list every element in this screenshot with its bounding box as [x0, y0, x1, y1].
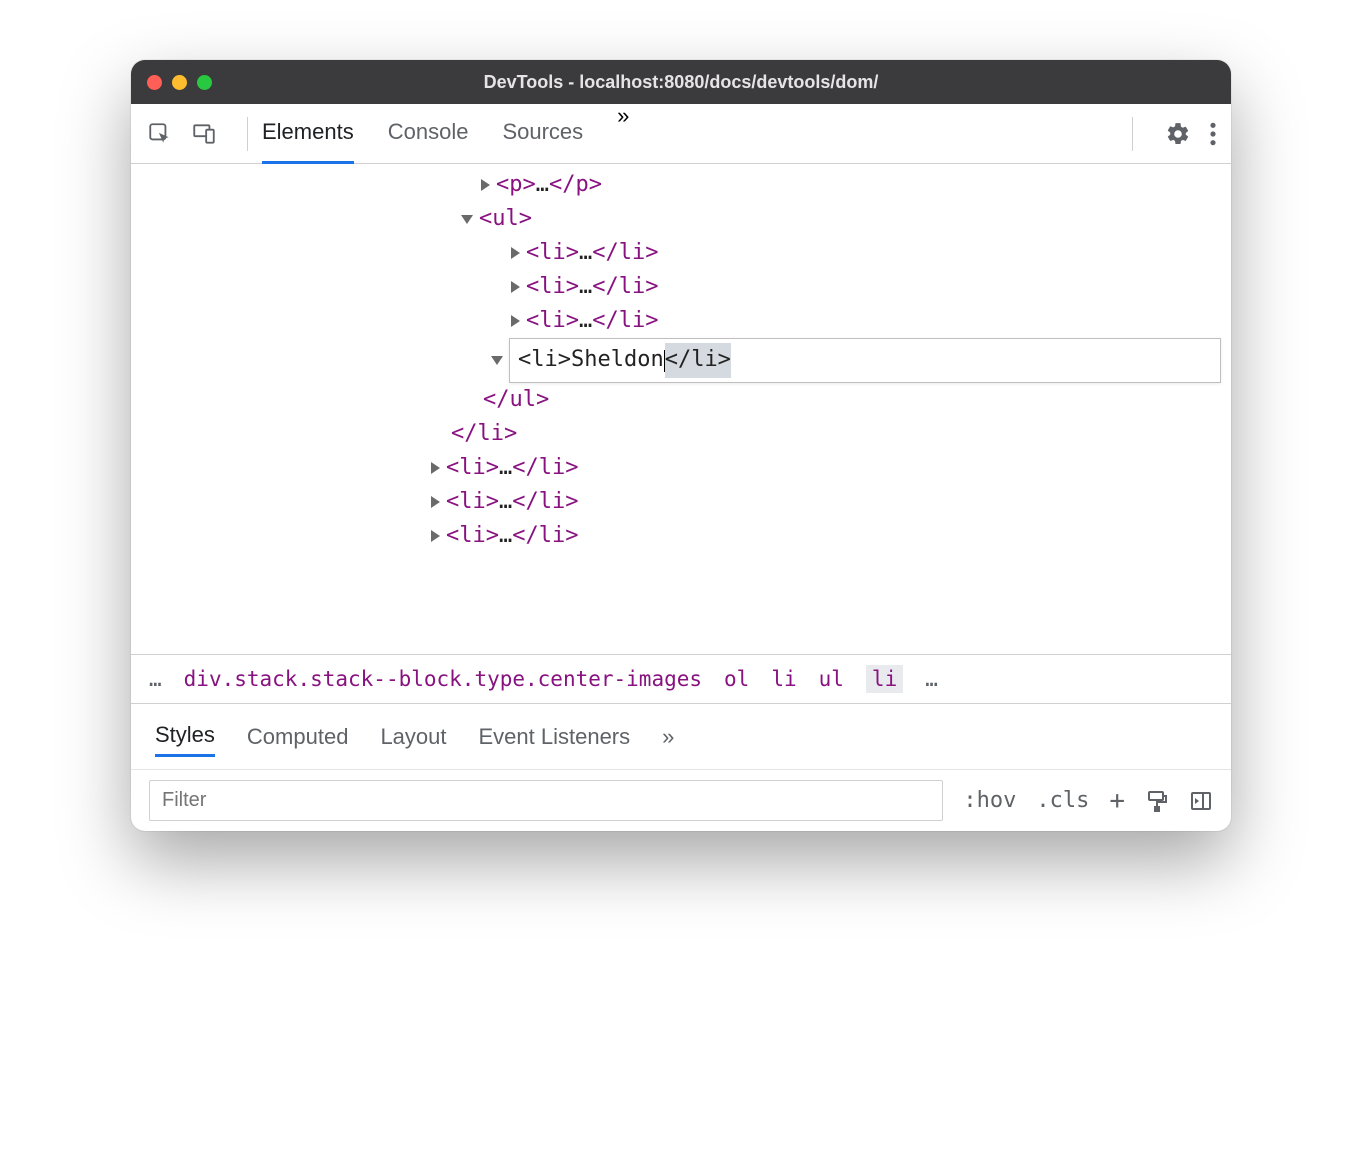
toolbar-divider [1132, 117, 1133, 151]
devtools-window: DevTools - localhost:8080/docs/devtools/… [131, 60, 1231, 831]
dom-node-li[interactable]: <li>…</li> [141, 451, 1221, 485]
ellipsis: … [499, 485, 512, 519]
cls-toggle[interactable]: .cls [1036, 788, 1089, 813]
expand-arrow-icon[interactable] [511, 281, 520, 293]
dom-tree[interactable]: <p>…</p> <ul> <li>…</li> <li>…</li> <li>… [131, 164, 1231, 654]
tag-close: </li> [592, 304, 658, 338]
devtools-toolbar: Elements Console Sources » [131, 104, 1231, 164]
ellipsis: … [579, 270, 592, 304]
maximize-window-button[interactable] [197, 75, 212, 90]
tag-open: <p> [496, 168, 536, 202]
ellipsis: … [579, 304, 592, 338]
tag-open: <li> [526, 236, 579, 270]
edit-text: <li>Sheldon [518, 343, 664, 377]
tab-event-listeners[interactable]: Event Listeners [479, 718, 631, 756]
toolbar-right [1118, 117, 1217, 151]
device-toolbar-icon[interactable] [189, 119, 219, 149]
styles-tabs: Styles Computed Layout Event Listeners » [131, 704, 1231, 770]
window-title: DevTools - localhost:8080/docs/devtools/… [131, 72, 1231, 93]
more-tabs-icon[interactable]: » [617, 103, 629, 164]
kebab-menu-icon[interactable] [1209, 121, 1217, 147]
expand-arrow-icon[interactable] [431, 530, 440, 542]
breadcrumb-ul[interactable]: ul [819, 667, 844, 691]
edit-closing-tag: </li> [665, 343, 731, 377]
toggle-sidebar-icon[interactable] [1189, 789, 1213, 813]
ellipsis: … [499, 451, 512, 485]
dom-node-li[interactable]: <li>…</li> [141, 485, 1221, 519]
breadcrumb-li-selected[interactable]: li [866, 665, 903, 693]
expand-arrow-icon[interactable] [511, 247, 520, 259]
toolbar-divider [247, 117, 248, 151]
tab-computed[interactable]: Computed [247, 718, 349, 756]
html-edit-input[interactable]: <li>Sheldon</li> [509, 338, 1221, 382]
main-tabs: Elements Console Sources » [262, 103, 1118, 164]
tag-open: <li> [446, 519, 499, 553]
collapse-arrow-icon[interactable] [491, 356, 503, 365]
breadcrumb-overflow-right[interactable]: … [925, 667, 938, 691]
dom-node-li[interactable]: <li>…</li> [141, 519, 1221, 553]
tab-elements[interactable]: Elements [262, 103, 354, 164]
tag-close: </ul> [483, 383, 549, 417]
dom-node-li-close[interactable]: </li> [141, 417, 1221, 451]
expand-arrow-icon[interactable] [431, 496, 440, 508]
ellipsis: … [536, 168, 549, 202]
tag-close: </li> [512, 451, 578, 485]
breadcrumb-ol[interactable]: ol [724, 667, 749, 691]
close-window-button[interactable] [147, 75, 162, 90]
inspect-element-icon[interactable] [145, 119, 175, 149]
tag-open: <li> [526, 270, 579, 304]
ellipsis: … [499, 519, 512, 553]
tag-close: </li> [451, 417, 517, 451]
paint-icon[interactable] [1145, 789, 1169, 813]
expand-arrow-icon[interactable] [431, 462, 440, 474]
tag-close: </li> [592, 236, 658, 270]
expand-arrow-icon[interactable] [481, 179, 490, 191]
dom-node-ul-close[interactable]: </ul> [141, 383, 1221, 417]
styles-filter-row: :hov .cls + [131, 770, 1231, 831]
tab-sources[interactable]: Sources [502, 103, 583, 164]
tag-open: <li> [446, 451, 499, 485]
tab-layout[interactable]: Layout [380, 718, 446, 756]
dom-node-p[interactable]: <p>…</p> [141, 168, 1221, 202]
dom-node-li[interactable]: <li>…</li> [141, 236, 1221, 270]
new-style-rule-button[interactable]: + [1109, 786, 1125, 816]
tab-styles[interactable]: Styles [155, 716, 215, 757]
ellipsis: … [579, 236, 592, 270]
settings-icon[interactable] [1165, 121, 1191, 147]
breadcrumb-li[interactable]: li [771, 667, 796, 691]
dom-node-li-editing[interactable]: <li>Sheldon</li> [141, 338, 1221, 382]
tag-open: <ul> [479, 202, 532, 236]
minimize-window-button[interactable] [172, 75, 187, 90]
dom-node-li[interactable]: <li>…</li> [141, 304, 1221, 338]
expand-arrow-icon[interactable] [511, 315, 520, 327]
tab-console[interactable]: Console [388, 103, 469, 164]
tag-close: </li> [512, 485, 578, 519]
dom-node-li[interactable]: <li>…</li> [141, 270, 1221, 304]
styles-filter-input[interactable] [149, 780, 943, 821]
tag-close: </li> [592, 270, 658, 304]
window-traffic-lights [147, 75, 212, 90]
tag-open: <li> [446, 485, 499, 519]
collapse-arrow-icon[interactable] [461, 215, 473, 224]
tag-close: </li> [512, 519, 578, 553]
titlebar: DevTools - localhost:8080/docs/devtools/… [131, 60, 1231, 104]
breadcrumb: … div.stack.stack--block.type.center-ima… [131, 654, 1231, 704]
dom-node-ul[interactable]: <ul> [141, 202, 1221, 236]
breadcrumb-div[interactable]: div.stack.stack--block.type.center-image… [184, 667, 702, 691]
hov-toggle[interactable]: :hov [963, 788, 1016, 813]
tag-open: <li> [526, 304, 579, 338]
tag-close: </p> [549, 168, 602, 202]
more-styles-tabs-icon[interactable]: » [662, 718, 674, 756]
breadcrumb-overflow-left[interactable]: … [149, 667, 162, 691]
